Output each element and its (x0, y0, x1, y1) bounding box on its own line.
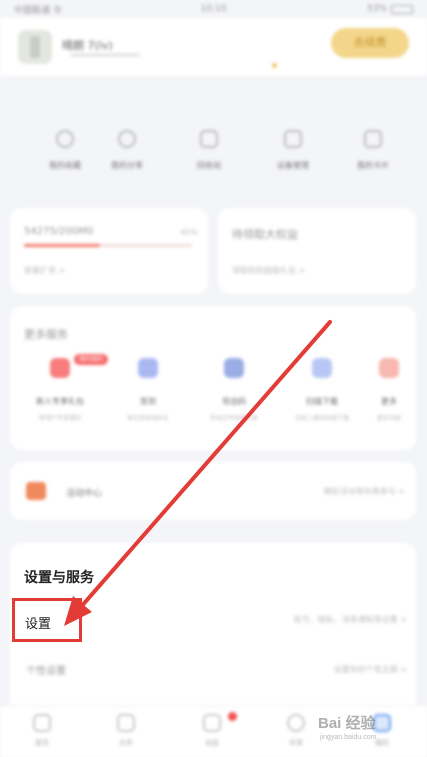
gift-icon (50, 358, 70, 378)
vip-benefit-sub: 领取你的超级礼包 > (232, 266, 306, 275)
vip-benefit-title: 待领取大权益 (232, 228, 298, 241)
feed-icon (203, 714, 221, 732)
clock-label: 10:10 (200, 4, 227, 14)
folder-icon (117, 714, 135, 732)
activity-label: 活动中心 (66, 489, 103, 499)
service-item[interactable]: 签到 每日签到领好礼 (106, 358, 190, 422)
vip-renew-button[interactable]: 去续费 (331, 28, 409, 58)
activity-icon (26, 482, 46, 500)
quick-actions-row: 我的收藏 我的分享 回收站 设备管理 我的卡片 (0, 112, 427, 182)
quick-action-cards[interactable]: 我的卡片 (338, 112, 408, 171)
vip-benefit-card[interactable]: 待领取大权益 领取你的超级礼包 > (218, 208, 416, 294)
notification-dot-icon (228, 712, 237, 721)
personal-settings-item[interactable]: 个性设置 (26, 662, 66, 677)
share-icon (118, 130, 136, 148)
service-item[interactable]: 新人专享礼包 新用户专享福利 (18, 358, 102, 422)
status-bar: 中国联通 令 10:10 53% (0, 0, 427, 18)
quick-action-share[interactable]: 我的分享 (92, 112, 162, 171)
shared-icon (287, 714, 305, 732)
activity-desc: 精彩活动等你来参与 > (323, 487, 405, 496)
card-icon (364, 130, 382, 148)
checkin-icon (138, 358, 158, 378)
service-item[interactable]: 更多 更多功能 (362, 358, 416, 422)
settings-service-title: 设置与服务 (24, 570, 94, 586)
watermark-brand: Bai 经验 (318, 715, 376, 732)
username[interactable]: 晴朗 7(lv) (62, 37, 113, 53)
quick-action-trash[interactable]: 回收站 (174, 112, 244, 171)
service-item[interactable]: 导出码 导出文件快速分享 (192, 358, 276, 422)
tab-home[interactable]: 首页 (12, 714, 72, 748)
more-services-title: 更多服务 (24, 328, 68, 341)
personal-settings-desc: 设置你的个性主题 > (333, 665, 407, 674)
vip-dot-icon (272, 63, 277, 68)
tab-files[interactable]: 文件 (96, 714, 156, 748)
devices-icon (284, 130, 302, 148)
storage-progress-bar (24, 244, 192, 247)
storage-progress-fill (24, 244, 100, 247)
storage-percent: 45% (180, 228, 198, 237)
avatar[interactable] (18, 30, 52, 64)
home-icon (33, 714, 51, 732)
more-services-card: 更多服务 新人专享礼包 新用户专享福利 签到 每日签到领好礼 导出码 导出文件快… (10, 306, 416, 450)
tab-shared[interactable]: 共享 (266, 714, 326, 748)
user-hint-bar (70, 53, 140, 57)
quick-action-favorites[interactable]: 我的收藏 (30, 112, 100, 171)
export-icon (224, 358, 244, 378)
trash-icon (200, 130, 218, 148)
star-icon (56, 130, 74, 148)
settings-highlight-box (12, 598, 82, 642)
more-icon (379, 358, 399, 378)
quick-action-devices[interactable]: 设备管理 (258, 112, 328, 171)
limited-offer-badge: 限时福利 (74, 354, 108, 365)
settings-desc: 账号、隐私、消息通知等设置 > (293, 615, 407, 624)
avatar-image-icon (30, 36, 40, 58)
watermark-url: jingyan.baidu.com (320, 734, 377, 741)
storage-card[interactable]: 54275/200M0 45% 容量扩充 > (10, 208, 208, 294)
storage-value: 54275/200M0 (24, 226, 94, 237)
storage-expand-link[interactable]: 容量扩充 > (24, 265, 65, 276)
scan-icon (312, 358, 332, 378)
service-item[interactable]: 扫描下载 识别二维码快速下载 (280, 358, 364, 422)
